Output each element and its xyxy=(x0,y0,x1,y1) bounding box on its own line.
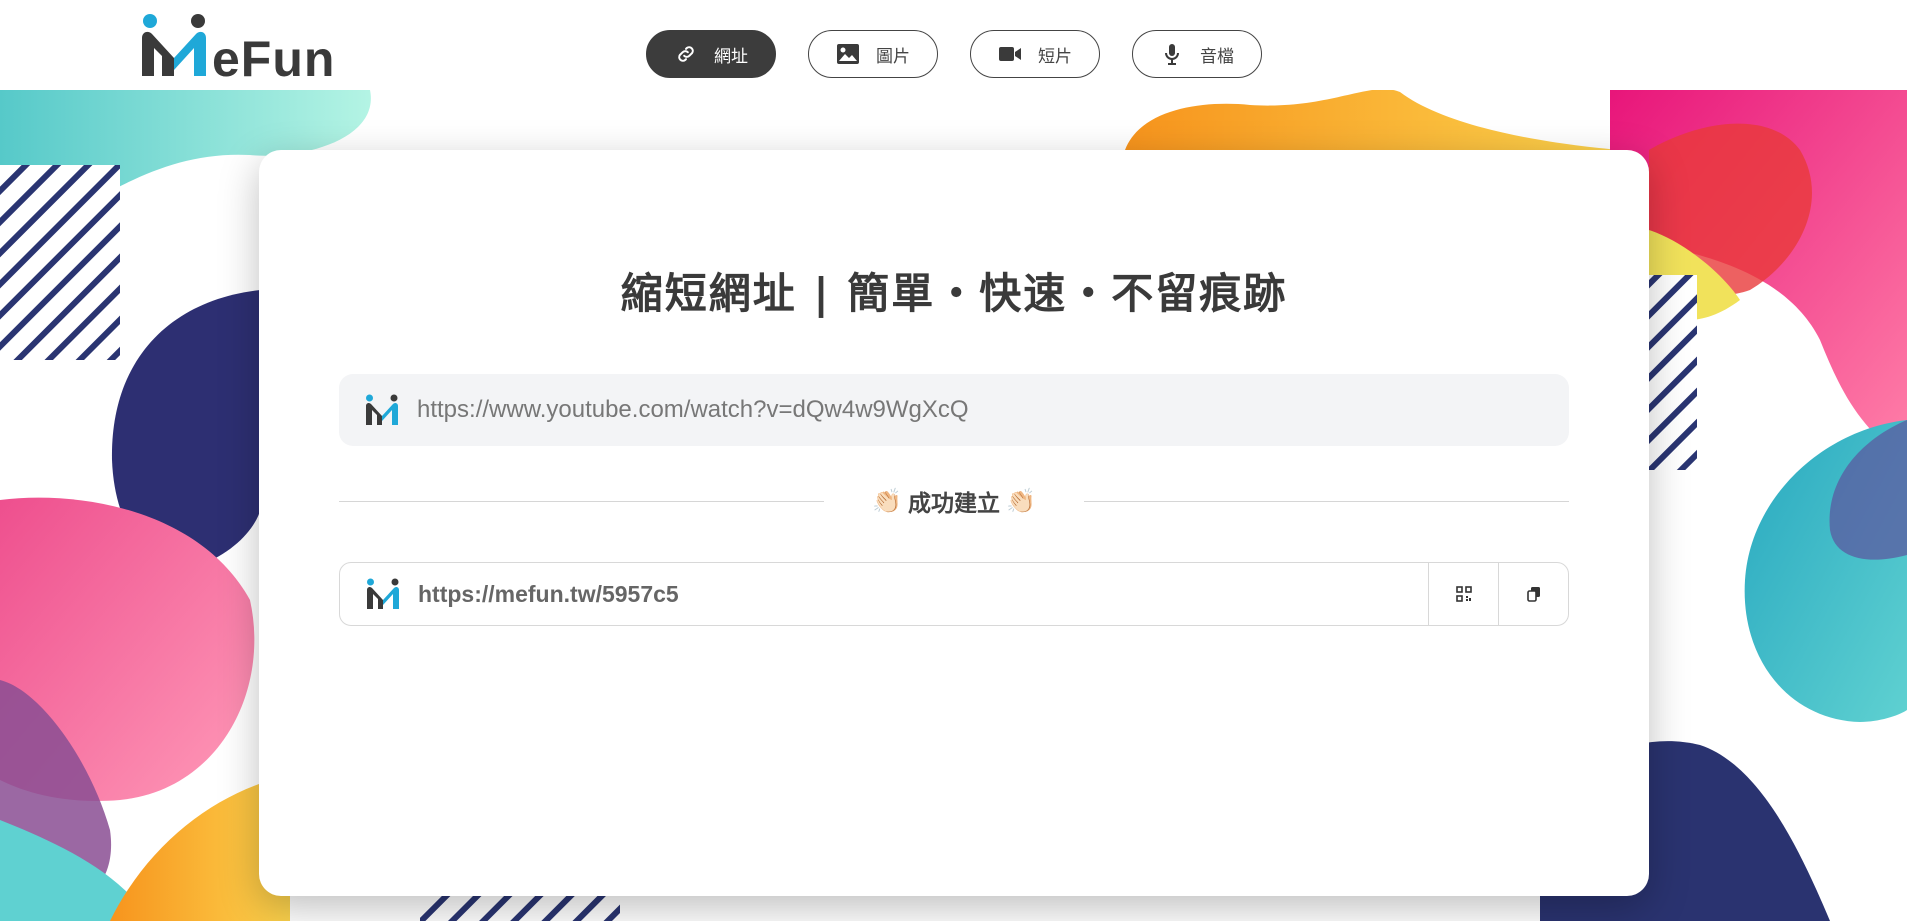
shortener-card: 縮短網址 | 簡單・快速・不留痕跡 👏🏻 成功建立 👏🏻 xyxy=(259,150,1649,896)
success-message: 👏🏻 成功建立 👏🏻 xyxy=(824,484,1084,518)
page: eFun 網址 圖片 短片 音檔 縮短網址 | 簡單・快速・不留痕跡 https… xyxy=(0,0,1907,921)
url-input[interactable] xyxy=(417,396,1517,424)
tab-image-label: 圖片 xyxy=(876,46,910,67)
divider-line-left xyxy=(339,500,825,502)
brand-logo[interactable]: eFun xyxy=(140,14,340,84)
header: eFun 網址 圖片 短片 音檔 xyxy=(0,0,1907,90)
copy-button[interactable] xyxy=(1498,563,1568,625)
clap-icon: 👏🏻 xyxy=(872,487,902,515)
divider-line-right xyxy=(1083,500,1569,502)
short-url-result: https://mefun.tw/5957c5 xyxy=(339,562,1569,626)
qrcode-icon xyxy=(1455,586,1472,602)
copy-icon xyxy=(1526,587,1540,602)
video-icon xyxy=(998,42,1022,66)
tab-video-label: 短片 xyxy=(1038,46,1072,67)
short-url-text[interactable]: https://mefun.tw/5957c5 xyxy=(418,581,1428,608)
success-label: 成功建立 xyxy=(908,491,1000,517)
image-icon xyxy=(836,42,860,66)
tab-audio-label: 音檔 xyxy=(1200,46,1234,67)
tab-url[interactable]: 網址 xyxy=(646,30,776,78)
url-input-wrapper xyxy=(339,374,1569,446)
logo-text: eFun xyxy=(212,31,336,87)
mefun-mini-logo-icon xyxy=(367,578,399,609)
link-icon xyxy=(674,42,698,66)
tab-image[interactable]: 圖片 xyxy=(808,30,938,78)
nav-tabs: 網址 圖片 短片 音檔 xyxy=(646,30,1262,78)
tab-video[interactable]: 短片 xyxy=(970,30,1100,78)
success-divider: 👏🏻 成功建立 👏🏻 xyxy=(339,484,1569,518)
mefun-mini-logo-icon xyxy=(366,394,398,425)
microphone-icon xyxy=(1160,42,1184,66)
clap-icon: 👏🏻 xyxy=(1006,487,1036,515)
logo-m-icon xyxy=(142,14,206,77)
qrcode-button[interactable] xyxy=(1428,563,1498,625)
tab-audio[interactable]: 音檔 xyxy=(1132,30,1262,78)
page-title: 縮短網址 | 簡單・快速・不留痕跡 xyxy=(620,269,1288,318)
tab-url-label: 網址 xyxy=(714,46,748,67)
